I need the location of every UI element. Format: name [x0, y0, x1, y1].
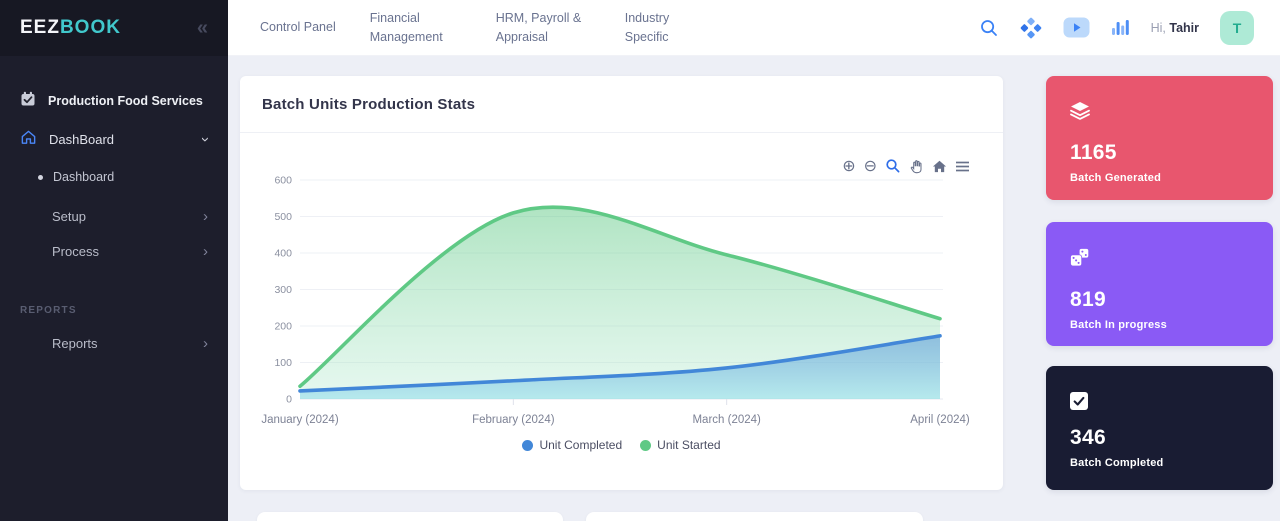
sidebar-item-process[interactable]: Process › — [0, 234, 228, 269]
selection-zoom-icon[interactable] — [885, 158, 901, 174]
y-axis-label: 0 — [286, 394, 292, 406]
nav-industry-specific[interactable]: Industry Specific — [625, 9, 687, 45]
nav-hrm-payroll-appraisal[interactable]: HRM, Payroll & Appraisal — [496, 9, 591, 45]
chart-card-header: Batch Units Production Stats — [240, 76, 1003, 133]
logo-part2: BOOK — [60, 17, 121, 38]
legend-label: Unit Started — [657, 438, 720, 452]
reset-home-icon[interactable] — [932, 159, 947, 174]
x-axis-label: April (2024) — [910, 414, 970, 426]
avatar[interactable]: T — [1220, 11, 1254, 45]
chart-svg: 0 100 200 300 400 500 600 January (2024) Februar… — [240, 136, 1003, 436]
user-greeting: Hi, Tahir — [1151, 21, 1199, 35]
sidebar-section-reports: REPORTS — [0, 295, 228, 326]
area-chart[interactable]: 0 100 200 300 400 500 600 January (2024) Februar… — [240, 136, 1003, 436]
nav-financial-management[interactable]: Financial Management — [370, 9, 462, 45]
stat-card-batch-in-progress: 819 Batch In progress — [1046, 222, 1273, 346]
x-axis-label: March (2024) — [692, 414, 761, 426]
logo-part1: EEZ — [20, 17, 60, 38]
y-axis-label: 500 — [274, 211, 292, 223]
x-axis-label: January (2024) — [261, 414, 339, 426]
sidebar-item-reports[interactable]: Reports › — [0, 326, 228, 361]
main-nav: Control Panel Financial Management HRM, … — [260, 9, 687, 45]
logo-bar: EEZBOOK « — [0, 0, 228, 56]
chart-legend: Unit Completed Unit Started — [240, 438, 1003, 452]
pan-icon[interactable] — [909, 159, 924, 174]
chevron-right-icon: › — [203, 244, 208, 259]
nav-control-panel[interactable]: Control Panel — [260, 18, 336, 36]
stat-value: 346 — [1070, 426, 1249, 450]
calendar-check-icon — [20, 91, 36, 110]
stat-value: 819 — [1070, 288, 1249, 312]
sidebar-item-setup[interactable]: Setup › — [0, 199, 228, 234]
chevron-down-icon: › — [198, 137, 213, 142]
video-play-icon[interactable] — [1063, 17, 1090, 38]
chevron-right-icon: › — [203, 209, 208, 224]
dice-icon — [1070, 248, 1249, 272]
bar-chart-icon[interactable] — [1111, 19, 1130, 36]
legend-item[interactable]: Unit Started — [640, 438, 720, 452]
layers-icon — [1070, 102, 1249, 125]
sidebar-collapse-icon[interactable]: « — [197, 18, 208, 38]
y-axis-label: 600 — [274, 175, 292, 187]
partial-card-left — [257, 512, 563, 521]
y-axis-label: 100 — [274, 357, 292, 369]
stat-label: Batch Completed — [1070, 457, 1249, 469]
legend-dot — [640, 440, 651, 451]
y-axis-label: 200 — [274, 321, 292, 333]
stat-label: Batch In progress — [1070, 319, 1249, 331]
x-axis-label: February (2024) — [472, 414, 555, 426]
chart-toolbar: ⊕ ⊖ — [842, 158, 970, 174]
sidebar-item-production-food-services[interactable]: Production Food Services — [0, 82, 228, 119]
header-actions: Hi, Tahir T — [979, 11, 1280, 45]
legend-dot — [522, 440, 533, 451]
stat-card-batch-completed: 346 Batch Completed — [1046, 366, 1273, 490]
sidebar-subitem-dashboard[interactable]: Dashboard — [0, 161, 228, 193]
sidebar-module-label: Production Food Services — [48, 94, 203, 108]
apps-diamonds-icon[interactable] — [1020, 17, 1042, 39]
stat-label: Batch Generated — [1070, 172, 1249, 184]
app-logo[interactable]: EEZBOOK — [20, 17, 121, 39]
sidebar: EEZBOOK « Production Food Services DashB… — [0, 0, 228, 521]
stat-value: 1165 — [1070, 141, 1249, 165]
chart-title: Batch Units Production Stats — [262, 96, 475, 113]
y-axis-label: 400 — [274, 248, 292, 260]
chart-card: Batch Units Production Stats ⊕ ⊖ 0 100 200… — [240, 76, 1003, 490]
top-header: Control Panel Financial Management HRM, … — [228, 0, 1280, 56]
search-icon[interactable] — [979, 18, 999, 38]
sidebar-item-label: DashBoard — [49, 132, 203, 147]
greeting-prefix: Hi, — [1151, 21, 1166, 35]
sidebar-item-dashboard[interactable]: DashBoard › — [0, 119, 228, 159]
sidebar-item-label: Reports — [52, 336, 203, 351]
user-name: Tahir — [1169, 21, 1199, 35]
sidebar-item-label: Process — [52, 244, 203, 259]
legend-label: Unit Completed — [539, 438, 622, 452]
zoom-in-icon[interactable]: ⊕ — [842, 158, 855, 174]
zoom-out-icon[interactable]: ⊖ — [864, 158, 877, 174]
legend-item[interactable]: Unit Completed — [522, 438, 622, 452]
sidebar-item-label: Setup — [52, 209, 203, 224]
bullet-icon — [38, 175, 43, 180]
y-axis-label: 300 — [274, 284, 292, 296]
stat-card-batch-generated: 1165 Batch Generated — [1046, 76, 1273, 200]
chevron-right-icon: › — [203, 336, 208, 351]
sidebar-subitem-label: Dashboard — [53, 170, 114, 184]
home-icon — [20, 129, 37, 149]
checkbox-checked-icon — [1070, 392, 1088, 410]
menu-icon[interactable] — [955, 160, 970, 173]
partial-card-right — [586, 512, 923, 521]
